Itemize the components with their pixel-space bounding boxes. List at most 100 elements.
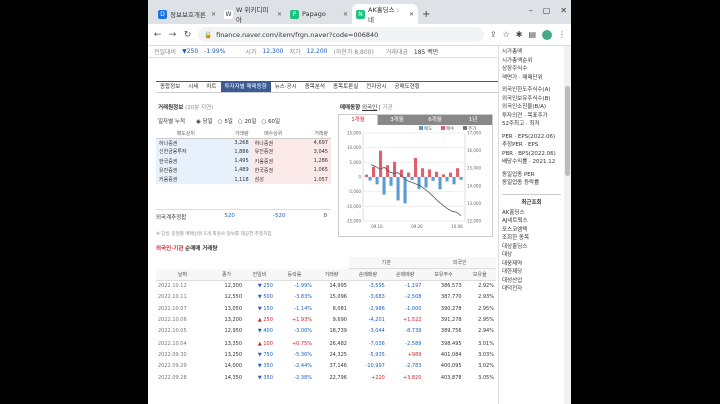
new-tab-icon[interactable]: + <box>422 9 430 20</box>
tab-summary[interactable]: 종합정보 <box>156 82 184 92</box>
tab-disclosure[interactable]: 전자공시 <box>362 82 390 92</box>
forward-icon[interactable]: → <box>168 30 177 40</box>
tab-quotes[interactable]: 시세 <box>184 82 202 92</box>
low-note: (하한가 8,800) <box>333 49 374 56</box>
bar <box>442 174 446 177</box>
menu-icon[interactable]: ⋮ <box>558 30 566 39</box>
back-icon[interactable]: ← <box>153 30 162 40</box>
x-tick: 09.26 <box>411 224 423 229</box>
period-option: 5일 <box>224 119 233 125</box>
trade-cell: 14,995 <box>329 283 347 289</box>
tab-analysis[interactable]: 종목분석 <box>301 82 329 92</box>
period-radio-0[interactable]: ◉ 당일 <box>196 117 213 125</box>
tab-short-selling[interactable]: 공매도현황 <box>391 82 424 92</box>
tab-news[interactable]: 뉴스·공시 <box>271 82 301 92</box>
close-icon[interactable]: ✕ <box>277 11 282 18</box>
recent-item[interactable]: AJ네트웍스 <box>502 217 561 226</box>
trade-row: 2022.10.07 13,050 ▼ 150 -1.14% 8,081 -2,986 -1… <box>156 303 496 315</box>
url-text: finance.naver.com/item/frgn.naver?code=0… <box>216 30 379 39</box>
browser-tab-1[interactable]: WW 위키디피아 ✕ <box>220 4 286 24</box>
broker-cell: 하나증권 <box>251 138 295 148</box>
col-close: 종가 <box>209 268 245 281</box>
reload-icon[interactable]: ↻ <box>183 30 192 40</box>
trade-cell: 13,200 <box>224 317 243 324</box>
recent-item[interactable]: AK홀딩스 <box>502 209 561 218</box>
amount-value: 185 백만 <box>413 49 439 56</box>
url-field[interactable]: 🔒 finance.naver.com/item/frgn.naver?code=… <box>198 27 484 42</box>
open-value: 12,300 <box>262 48 284 55</box>
trend-tab-inst[interactable]: 기관 <box>383 105 393 111</box>
trade-cell: -2,783 <box>405 363 422 370</box>
recent-item[interactable]: 대웅제약 <box>502 260 561 269</box>
trade-cell: -2,986 <box>368 305 385 312</box>
tab-forum[interactable]: 종목토론실 <box>329 82 362 92</box>
recent-item[interactable]: 대한제당 <box>502 268 561 277</box>
sidebar-icon[interactable]: ▤ <box>528 30 536 39</box>
recent-item[interactable]: 대성산업 <box>502 277 561 286</box>
trade-row: 2022.10.06 13,200 ▲ 250 +1.93% 9,690 -4,201 +1… <box>156 315 496 327</box>
recent-item[interactable]: 대덕전자 <box>502 285 561 294</box>
tab-label: AK홀딩스 : 네 <box>368 6 399 24</box>
foreign-sum-row: 외국계추정합 520 -520 0 <box>156 209 331 221</box>
trade-cell: 13,350 <box>224 341 243 348</box>
trade-cell: -3.00% <box>294 327 313 334</box>
trade-cell: 2022.10.11 <box>158 294 187 301</box>
period-tab-3m[interactable]: 3개월 <box>378 115 416 125</box>
bar <box>365 174 369 177</box>
trend-tab-foreign[interactable]: 외국인 <box>362 105 377 111</box>
broker-cell: 1,118 <box>215 174 252 185</box>
close-icon[interactable]: ✕ <box>409 11 414 18</box>
broker-cell: 3,045 <box>294 147 331 157</box>
bar <box>452 177 456 185</box>
bar <box>379 150 383 177</box>
share-icon[interactable]: ⇪ <box>490 30 497 39</box>
tab-favicon: W <box>224 9 233 19</box>
close-icon[interactable]: ✕ <box>211 11 216 18</box>
scrollbar-thumb[interactable] <box>565 86 570 176</box>
period-radio-2[interactable]: ○ 20일 <box>238 117 257 125</box>
side-info-item: 외국인소진율(B/A) <box>502 104 547 110</box>
trade-header: 날짜 종가 전일비 등락률 거래량 순매매량 순매매량 보유주수 보유율 <box>156 268 496 281</box>
broker-row: 신한금융투자 1,886 유진증권 3,045 <box>156 147 331 157</box>
period-radio-3[interactable]: ○ 60일 <box>262 117 281 125</box>
broker-row: 하나증권 3,268 하나증권 4,697 <box>156 138 331 148</box>
browser-tab-0[interactable]: D 정보보호개론 ✕ <box>154 4 220 24</box>
y-tick-left: 15,000 <box>347 131 361 136</box>
avatar[interactable] <box>542 29 552 40</box>
trade-cell: -2,589 <box>405 341 422 348</box>
period-radio-1[interactable]: ○ 5일 <box>218 117 233 125</box>
recent-item[interactable]: 대상홀딩스 <box>502 243 561 252</box>
trade-cell: -3,044 <box>368 327 385 334</box>
tab-investor-trend[interactable]: 투자자별 매매동향 <box>220 82 271 92</box>
trade-cell: -10,997 <box>365 363 385 370</box>
recent-item[interactable]: 대상 <box>502 251 561 260</box>
x-tick: 09.16 <box>371 224 383 229</box>
period-tab-6m[interactable]: 6개월 <box>416 115 454 125</box>
window-controls: – ▢ ✕ <box>529 6 567 15</box>
star-icon[interactable]: ☆ <box>503 30 510 39</box>
trade-cell: 390,278 <box>440 305 462 312</box>
bar <box>368 177 372 181</box>
minimize-icon[interactable]: – <box>529 6 533 15</box>
trade-cell: -2,508 <box>405 294 422 301</box>
trade-cell: -3.83% <box>294 294 313 301</box>
recent-item[interactable]: 조회한 종목 <box>502 234 561 243</box>
browser-tab-2[interactable]: P Papago ✕ <box>286 4 352 24</box>
scrollbar[interactable] <box>564 46 571 404</box>
broker-cell: 키움증권 <box>156 174 216 185</box>
close-window-icon[interactable]: ✕ <box>560 6 567 15</box>
trade-cell: +0.75% <box>291 341 313 348</box>
close-icon[interactable]: ✕ <box>343 11 348 18</box>
extension-icon[interactable]: ✱ <box>516 30 523 39</box>
maximize-icon[interactable]: ▢ <box>543 6 551 15</box>
trade-cell: +220 <box>371 374 385 381</box>
tab-chart[interactable]: 차트 <box>202 82 220 92</box>
bar <box>417 177 421 189</box>
period-tab-1y[interactable]: 1년 <box>454 115 492 125</box>
bar <box>372 166 376 177</box>
recent-item[interactable]: 포스코엠텍 <box>502 226 561 235</box>
trade-cell: 3.03% <box>478 351 494 358</box>
period-option: 60일 <box>268 119 281 125</box>
browser-tab-3[interactable]: N AK홀딩스 : 네 ✕ <box>352 4 418 24</box>
period-tab-1m[interactable]: 1개월 <box>339 115 378 125</box>
